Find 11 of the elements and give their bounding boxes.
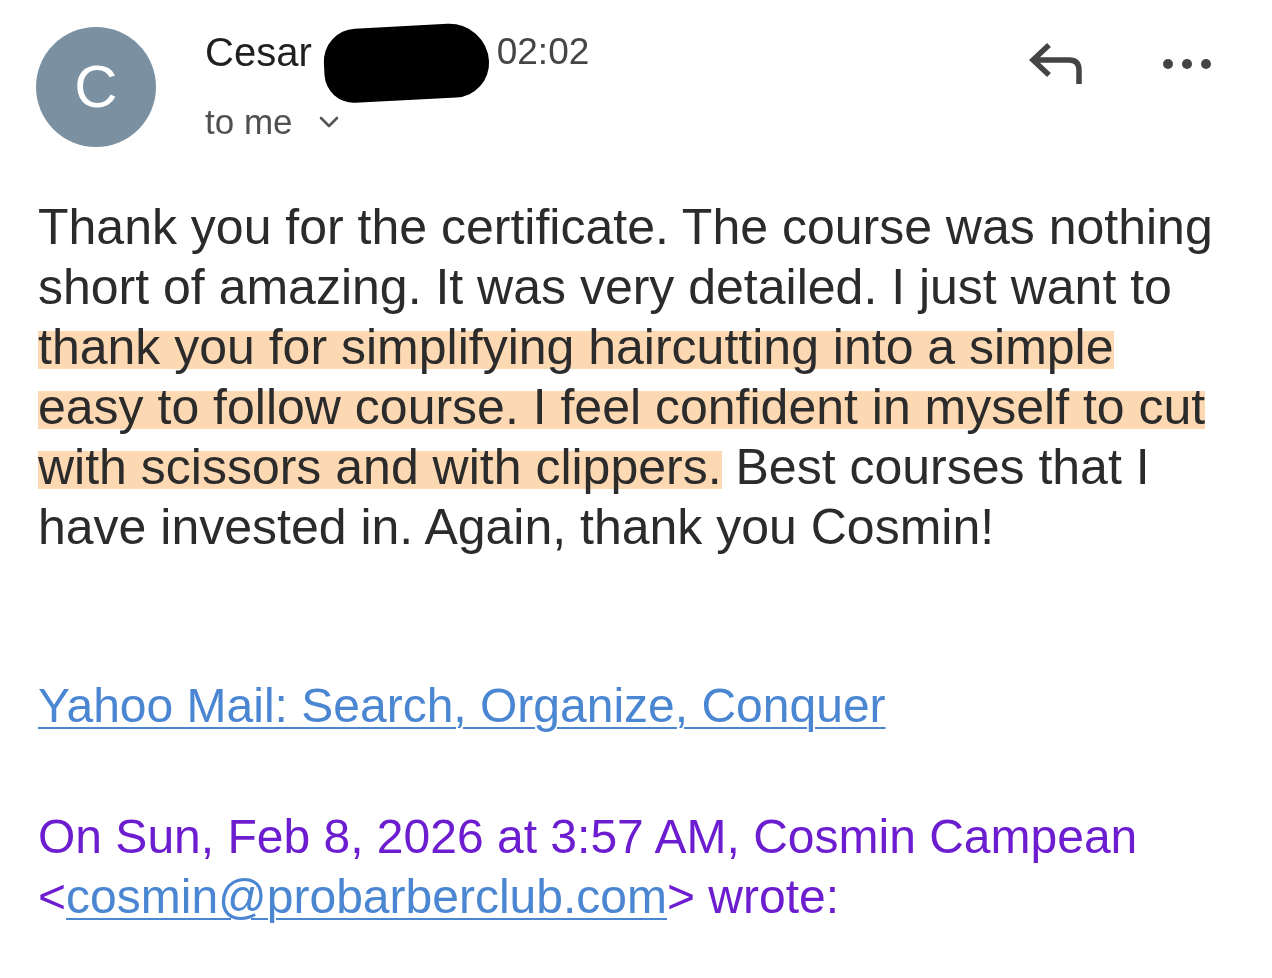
recipients-toggle[interactable]: to me — [205, 100, 339, 144]
more-options-icon[interactable] — [1162, 58, 1212, 70]
signature-link[interactable]: Yahoo Mail: Search, Organize, Conquer — [38, 679, 886, 732]
email-link[interactable]: cosmin@probarberclub.com — [66, 870, 667, 923]
quote-attribution: On Sun, Feb 8, 2026 at 3:57 AM, Cosmin Campean <cosmin@probarberclub.com> wrote: — [38, 809, 1139, 925]
reply-icon[interactable] — [1029, 42, 1083, 86]
message-time: 02:02 — [496, 30, 590, 74]
message-body: Thank you for the certificate. The course was nothing short of amazing. It was very detailed. I just want to thank you for simplifying haircutting into a simple easy to follow course. I feel confident in myself to cut with scissors and with clippers. Best courses that I have invested in. Again, thank you Cosmin! — [38, 198, 1214, 557]
sender-name: Cesar — [205, 29, 312, 76]
chevron-down-icon — [318, 116, 339, 128]
sender-avatar: C — [36, 27, 156, 147]
